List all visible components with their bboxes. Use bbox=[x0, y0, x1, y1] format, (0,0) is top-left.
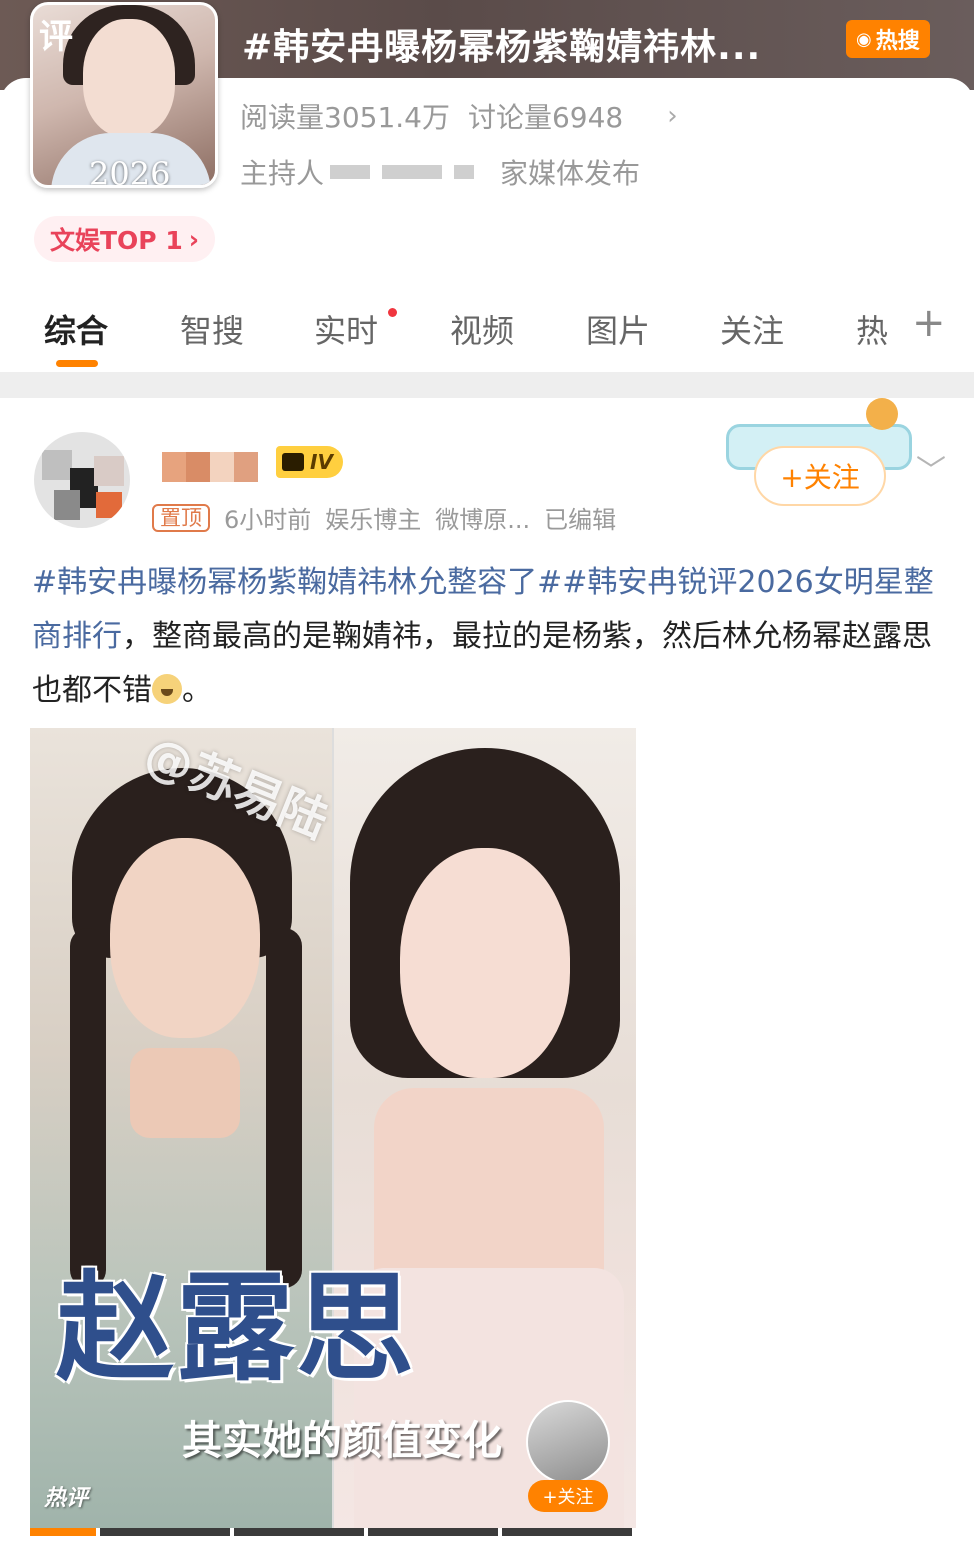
topic-host-line: 主持人 家媒体发布 bbox=[240, 152, 640, 192]
level-text: IV bbox=[310, 450, 333, 474]
chevron-down-icon[interactable]: ﹀ bbox=[916, 446, 946, 490]
blurred-username-block bbox=[162, 452, 186, 482]
tab-following[interactable]: 关注 bbox=[720, 306, 784, 352]
post-text: #韩安冉曝杨幂杨紫鞠婧祎林允整容了##韩安冉锐评2026女明星整商排行，整商最高… bbox=[32, 556, 946, 718]
tab-hot[interactable]: 热 bbox=[856, 306, 888, 352]
add-tab-icon[interactable]: + bbox=[912, 300, 946, 346]
tab-pictures[interactable]: 图片 bbox=[586, 306, 650, 352]
post-meta: 置顶 6小时前 娱乐博主 微博原... 已编辑 bbox=[152, 500, 616, 535]
topic-title: #韩安冉曝杨幂杨紫鞠婧祎林... bbox=[242, 27, 762, 68]
chevron-right-icon: › bbox=[188, 224, 200, 254]
tab-smart-search[interactable]: 智搜 bbox=[180, 306, 244, 352]
creator-follow-button[interactable]: +关注 bbox=[528, 1480, 608, 1512]
blurred-host-name bbox=[382, 165, 443, 179]
tab-realtime[interactable]: 实时 bbox=[314, 306, 378, 352]
right-face bbox=[400, 848, 570, 1078]
avatar-pixel bbox=[96, 492, 122, 518]
video-progress-bar[interactable] bbox=[30, 1528, 636, 1536]
post-video[interactable]: @苏易陆 赵露思 其实她的颜值变化 热评 +关注 bbox=[30, 728, 636, 1536]
avatar-pixel bbox=[54, 490, 80, 520]
post-time: 6小时前 bbox=[224, 506, 312, 534]
pinned-tag: 置顶 bbox=[152, 503, 210, 532]
progress-segment bbox=[368, 1528, 502, 1536]
progress-segment bbox=[502, 1528, 636, 1536]
chevron-right-icon: › bbox=[667, 101, 678, 131]
hot-badge-label: 热搜 bbox=[875, 29, 920, 54]
creator-avatar[interactable] bbox=[526, 1400, 610, 1484]
post-ending: 。 bbox=[182, 673, 212, 708]
progress-segment bbox=[234, 1528, 368, 1536]
hot-comment-mark: 热评 bbox=[44, 1486, 89, 1511]
level-badge: IV bbox=[276, 446, 343, 478]
post-edited: 已编辑 bbox=[544, 506, 617, 534]
blurred-host-name bbox=[454, 165, 475, 179]
host-prefix: 主持人 bbox=[240, 157, 325, 190]
cover-corner-text: 评 bbox=[39, 17, 73, 57]
doge-emoji-icon bbox=[152, 674, 182, 704]
tv-icon bbox=[282, 453, 304, 471]
post-category: 娱乐博主 bbox=[325, 506, 422, 534]
avatar-pixel bbox=[94, 456, 124, 486]
cover-face bbox=[83, 19, 175, 137]
tab-bar: 综合 智搜 实时 视频 图片 关注 热 + bbox=[0, 300, 974, 372]
post-source: 微博原... bbox=[435, 506, 531, 534]
left-neck bbox=[130, 1048, 240, 1138]
video-subtitle: 其实她的颜值变化 bbox=[182, 1417, 502, 1464]
hot-search-badge[interactable]: ◉ 热搜 bbox=[846, 20, 930, 58]
rank-label: 文娱TOP 1 bbox=[50, 226, 183, 255]
active-tab-indicator bbox=[56, 360, 98, 367]
section-divider bbox=[0, 372, 974, 398]
blurred-username-block bbox=[186, 452, 210, 482]
host-suffix: 家媒体发布 bbox=[500, 157, 641, 190]
blurred-username-block bbox=[210, 452, 234, 482]
cover-year-text: 2026 bbox=[89, 155, 171, 188]
discussion-count: 讨论量6948 bbox=[467, 101, 624, 134]
avatar[interactable] bbox=[34, 432, 130, 528]
tab-video[interactable]: 视频 bbox=[450, 306, 514, 352]
blurred-host-name bbox=[330, 165, 371, 179]
video-name-overlay: 赵露思 bbox=[56, 1258, 417, 1397]
rank-pill[interactable]: 文娱TOP 1 › bbox=[34, 216, 216, 262]
progress-segment bbox=[100, 1528, 234, 1536]
new-content-dot bbox=[388, 308, 397, 317]
topic-stats[interactable]: 阅读量3051.4万 讨论量6948 › bbox=[240, 96, 678, 136]
username-blurred[interactable] bbox=[162, 452, 258, 482]
flame-icon: ◉ bbox=[856, 28, 872, 50]
read-count: 阅读量3051.4万 bbox=[240, 101, 450, 134]
topic-cover-image[interactable]: 评 2026 bbox=[30, 2, 218, 188]
follow-button[interactable]: +关注 bbox=[754, 446, 886, 506]
tab-comprehensive[interactable]: 综合 bbox=[44, 306, 108, 352]
hashtag-link[interactable]: #韩安冉曝杨幂杨紫鞠婧祎林允整容了# bbox=[32, 565, 562, 600]
left-face bbox=[110, 838, 260, 1038]
blurred-username-block bbox=[234, 452, 258, 482]
avatar-pixel bbox=[42, 450, 72, 480]
progress-segment bbox=[30, 1528, 100, 1536]
dog-icon bbox=[866, 398, 898, 430]
